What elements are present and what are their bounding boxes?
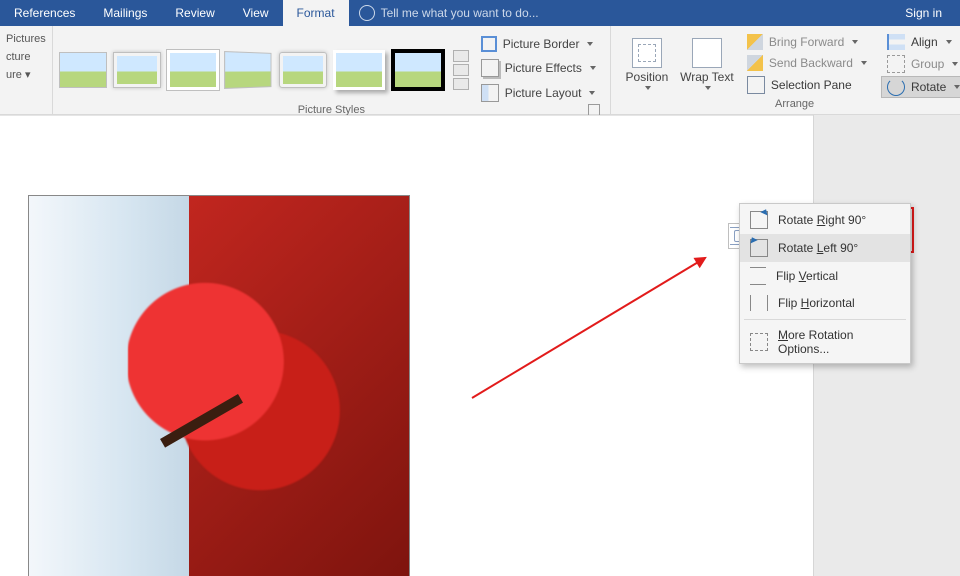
send-backward-button[interactable]: Send Backward xyxy=(741,53,873,73)
style-thumb[interactable] xyxy=(224,51,271,89)
picture-styles-gallery[interactable] xyxy=(59,30,469,104)
lightbulb-icon xyxy=(359,5,375,21)
chevron-down-icon xyxy=(589,91,595,95)
ribbon: Pictures cture ure ▾ Picture Border Pict… xyxy=(0,26,960,115)
align-button[interactable]: Align xyxy=(881,32,960,52)
bring-forward-icon xyxy=(747,34,763,50)
document-area[interactable]: Rotate Right 90° Rotate Left 90° Flip Ve… xyxy=(0,115,960,576)
rotate-left-icon xyxy=(750,239,768,257)
align-icon xyxy=(887,34,905,50)
picture-effects-button[interactable]: Picture Effects xyxy=(477,57,600,79)
send-backward-icon xyxy=(747,55,763,71)
selection-pane-button[interactable]: Selection Pane xyxy=(741,74,873,96)
menu-label: Rotate Left 90° xyxy=(778,241,858,255)
style-thumb[interactable] xyxy=(167,50,219,90)
bring-forward-button[interactable]: Bring Forward xyxy=(741,32,873,52)
style-thumb[interactable] xyxy=(391,49,445,91)
rotate-icon xyxy=(887,78,905,96)
tab-format[interactable]: Format xyxy=(283,0,349,26)
tab-view[interactable]: View xyxy=(229,0,283,26)
picture-border-button[interactable]: Picture Border xyxy=(477,34,600,54)
style-thumb[interactable] xyxy=(279,52,327,88)
flip-horizontal-item[interactable]: Flip Horizontal xyxy=(740,290,910,316)
group-title: Arrange xyxy=(617,98,960,112)
position-icon xyxy=(632,38,662,68)
tell-me-placeholder: Tell me what you want to do... xyxy=(381,6,539,20)
position-button[interactable]: Position xyxy=(617,30,677,98)
effects-icon xyxy=(481,59,499,77)
group-button[interactable]: Group xyxy=(881,53,960,75)
chevron-down-icon xyxy=(645,86,651,90)
wrap-text-button[interactable]: Wrap Text xyxy=(677,30,737,98)
selection-pane-icon xyxy=(747,76,765,94)
rotate-left-item[interactable]: Rotate Left 90° xyxy=(740,234,910,262)
rotate-right-item[interactable]: Rotate Right 90° xyxy=(740,206,910,234)
group-picture-styles: Picture Border Picture Effects Picture L… xyxy=(53,26,611,114)
adjust-item[interactable]: ure ▾ xyxy=(6,66,46,84)
chevron-down-icon xyxy=(590,66,596,70)
border-icon xyxy=(481,36,497,52)
group-icon xyxy=(887,55,905,73)
rotate-menu: Rotate Right 90° Rotate Left 90° Flip Ve… xyxy=(739,203,911,364)
ribbon-tabs: References Mailings Review View Format T… xyxy=(0,0,960,26)
tab-mailings[interactable]: Mailings xyxy=(89,0,161,26)
menu-label: Flip Vertical xyxy=(776,269,838,283)
menu-separator xyxy=(744,319,906,320)
rotate-button[interactable]: Rotate xyxy=(881,76,960,98)
adjust-item[interactable]: Pictures xyxy=(6,30,46,48)
sign-in-link[interactable]: Sign in xyxy=(887,6,960,20)
gallery-more-button[interactable] xyxy=(453,50,469,90)
picture-layout-button[interactable]: Picture Layout xyxy=(477,82,600,104)
chevron-down-icon xyxy=(705,86,711,90)
selected-picture[interactable] xyxy=(28,195,410,576)
tab-review[interactable]: Review xyxy=(161,0,228,26)
menu-label: Flip Horizontal xyxy=(778,296,855,310)
menu-label: Rotate Right 90° xyxy=(778,213,866,227)
layout-icon xyxy=(481,84,499,102)
wrap-text-icon xyxy=(692,38,722,68)
flip-vertical-item[interactable]: Flip Vertical xyxy=(740,262,910,290)
style-thumb[interactable] xyxy=(59,52,107,88)
flip-horizontal-icon xyxy=(750,295,768,311)
rotate-right-icon xyxy=(750,211,768,229)
menu-label: More Rotation Options... xyxy=(778,328,900,356)
chevron-down-icon xyxy=(587,42,593,46)
adjust-item[interactable]: cture xyxy=(6,48,46,66)
annotation-arrow xyxy=(471,257,705,399)
more-rotation-item[interactable]: More Rotation Options... xyxy=(740,323,910,361)
style-thumb[interactable] xyxy=(333,50,385,90)
group-arrange: Position Wrap Text Bring Forward Send Ba… xyxy=(611,26,960,114)
more-rotation-icon xyxy=(750,333,768,351)
group-adjust: Pictures cture ure ▾ xyxy=(0,26,53,114)
tab-references[interactable]: References xyxy=(0,0,89,26)
tell-me-search[interactable]: Tell me what you want to do... xyxy=(359,5,539,21)
style-thumb[interactable] xyxy=(113,52,161,88)
flip-vertical-icon xyxy=(750,267,766,285)
